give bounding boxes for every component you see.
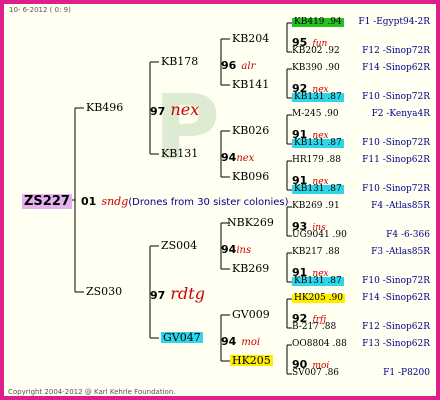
- root-name: ZS227: [22, 194, 72, 209]
- gen2-name-highlight: GV047: [161, 331, 203, 344]
- gen2-mark: moi: [241, 337, 261, 348]
- gen3-node-name[interactable]: KB204: [232, 33, 269, 44]
- gen4-location: F10 -Sinop72R: [362, 184, 430, 194]
- gen2-year: 94: [221, 243, 237, 256]
- gen4-node-name[interactable]: KB217 .88: [292, 248, 340, 257]
- gen4-node-name[interactable]: KB419 .94: [292, 18, 344, 27]
- gen4-node-name[interactable]: KB131 .87: [292, 93, 344, 102]
- gen3-node-name[interactable]: KB269: [232, 263, 269, 274]
- gen2-node-name[interactable]: GV047: [161, 332, 203, 343]
- gen3-node-name[interactable]: KB096: [232, 171, 269, 182]
- gen4-node-name[interactable]: B-217 .88: [292, 323, 336, 332]
- gen4-name-highlight: HK205 .90: [292, 293, 345, 303]
- gen4-location: F4 -6-366: [386, 230, 430, 240]
- gen4-node-name[interactable]: SV007 .86: [292, 369, 339, 378]
- gen2-node-name[interactable]: KB178: [161, 56, 198, 67]
- gen3-node-name[interactable]: KB026: [232, 125, 269, 136]
- gen1-mark: nex: [170, 100, 200, 119]
- gen2-node-name[interactable]: ZS004: [161, 240, 197, 251]
- gen1-node-mark: 97 nex: [150, 102, 199, 118]
- gen1-year: 97: [150, 105, 166, 118]
- gen4-location: F10 -Sinop72R: [362, 138, 430, 148]
- gen4-location: F13 -Sinop62R: [362, 339, 430, 349]
- gen4-location: F11 -Sinop62R: [362, 155, 430, 165]
- gen2-year: 94: [221, 151, 237, 164]
- gen2-node-mark: 94nex: [221, 148, 254, 164]
- gen1-node-name[interactable]: KB496: [86, 102, 123, 113]
- gen4-name-highlight: KB131 .87: [292, 184, 344, 194]
- gen3-node-name[interactable]: GV009: [232, 309, 270, 320]
- gen4-node-name[interactable]: OO8804 .88: [292, 340, 347, 349]
- pedigree-frame: P 10- 6-2012 (0: 9) ZS227 01 sndg(Drone…: [0, 0, 440, 400]
- header-timestamp: 10- 6-2012 ( 0: 9): [9, 6, 71, 14]
- gen2-mark: nex: [236, 153, 255, 164]
- gen4-node-name[interactable]: UG9041 .90: [292, 231, 347, 240]
- copyright-footer: Copyright 2004-2012 @ Karl Kehrle Founda…: [8, 388, 176, 396]
- gen1-node-name[interactable]: ZS030: [86, 286, 122, 297]
- gen4-node-name[interactable]: KB390 .90: [292, 64, 340, 73]
- gen4-location: F10 -Sinop72R: [362, 92, 430, 102]
- gen2-mark: ins: [236, 245, 252, 256]
- gen2-year: 96: [221, 59, 237, 72]
- gen1-year: 97: [150, 289, 166, 302]
- gen3-name-highlight: HK205: [230, 354, 273, 367]
- gen2-node-mark: 96 alr: [221, 56, 255, 72]
- gen3-node-name[interactable]: HK205: [230, 355, 273, 366]
- gen4-name-highlight: KB131 .87: [292, 276, 344, 286]
- root-queen[interactable]: ZS227 01 sndg(Drones from 30 sister colo…: [22, 192, 289, 209]
- gen2-year: 94: [221, 335, 237, 348]
- gen3-node-name[interactable]: KB141: [232, 79, 269, 90]
- gen4-location: F14 -Sinop62R: [362, 293, 430, 303]
- gen4-name-highlight: KB131 .87: [292, 92, 344, 102]
- gen3-node-name[interactable]: NBK269: [227, 217, 274, 228]
- gen4-location: F12 -Sinop72R: [362, 46, 430, 56]
- gen4-name-highlight: KB131 .87: [292, 138, 344, 148]
- gen4-node-name[interactable]: KB202 .92: [292, 47, 340, 56]
- gen4-location: F4 -Atlas85R: [371, 201, 430, 211]
- root-year: 01: [81, 195, 97, 208]
- gen4-location: F2 -Kenya4R: [371, 109, 430, 119]
- gen4-node-name[interactable]: KB131 .87: [292, 139, 344, 148]
- gen1-mark: rdtg: [170, 284, 205, 303]
- gen2-node-name[interactable]: KB131: [161, 148, 198, 159]
- gen4-node-name[interactable]: KB131 .87: [292, 277, 344, 286]
- gen2-node-mark: 94 moi: [221, 332, 260, 348]
- gen4-location: F1 -P8200: [383, 368, 430, 378]
- gen2-node-mark: 94ins: [221, 240, 251, 256]
- gen4-location: F10 -Sinop72R: [362, 276, 430, 286]
- gen4-node-name[interactable]: HR179 .88: [292, 156, 341, 165]
- gen4-node-name[interactable]: M-245 .90: [292, 110, 339, 119]
- root-note: (Drones from 30 sister colonies): [128, 197, 289, 208]
- gen1-node-mark: 97 rdtg: [150, 286, 205, 302]
- gen2-mark: alr: [241, 61, 256, 72]
- gen4-location: F1 -Egypt94-2R: [358, 17, 430, 27]
- gen4-node-name[interactable]: HK205 .90: [292, 294, 345, 303]
- gen4-location: F14 -Sinop62R: [362, 63, 430, 73]
- gen4-location: F12 -Sinop62R: [362, 322, 430, 332]
- root-mark: sndg: [101, 195, 129, 208]
- gen4-name-highlight: KB419 .94: [292, 17, 344, 27]
- gen4-node-name[interactable]: KB131 .87: [292, 185, 344, 194]
- gen4-location: F3 -Atlas85R: [371, 247, 430, 257]
- gen4-node-name[interactable]: KB269 .91: [292, 202, 340, 211]
